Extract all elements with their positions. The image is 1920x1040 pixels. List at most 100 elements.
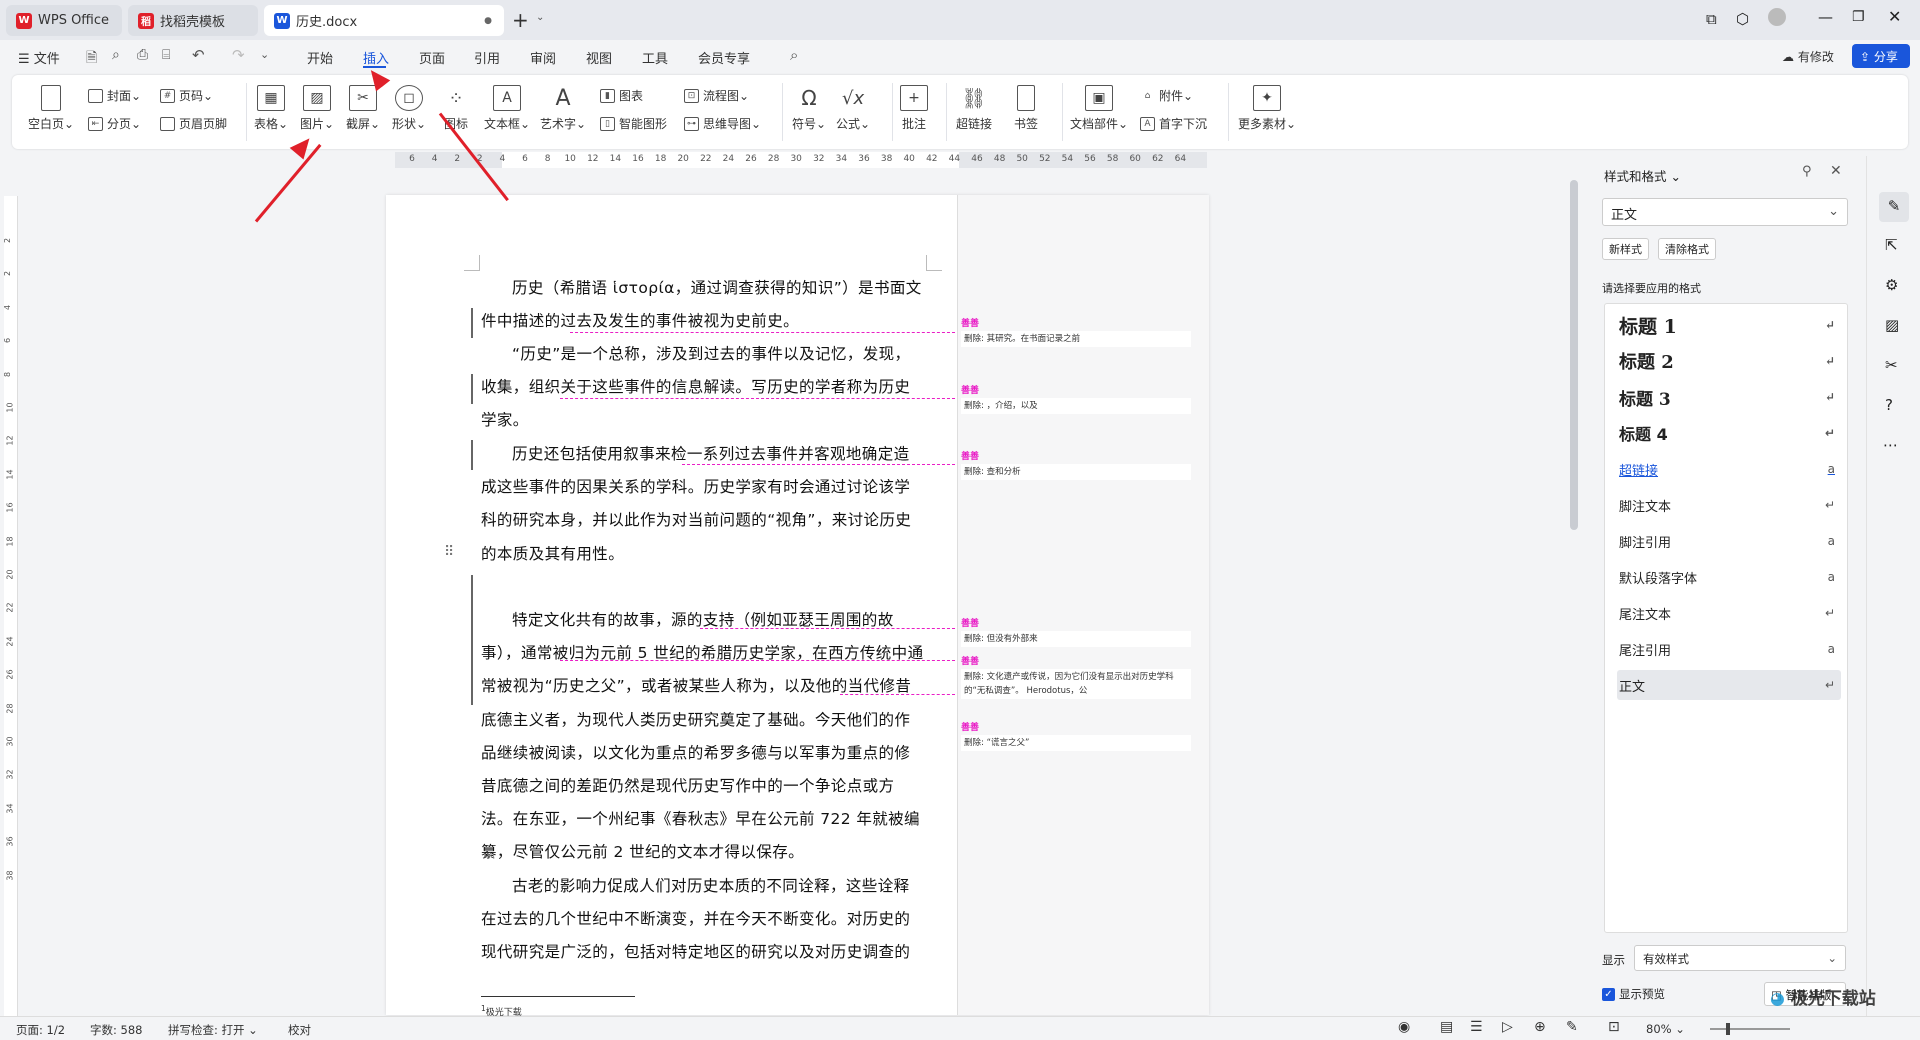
new-tab-button[interactable]: + [512,8,529,32]
cover-button[interactable]: 封面 ⌄ [88,87,141,104]
play-icon[interactable]: ▷ [1502,1019,1513,1035]
panel-close-icon[interactable]: ✕ [1830,163,1842,179]
zoom-slider-thumb[interactable] [1726,1023,1730,1035]
spell-check[interactable]: 拼写检查: 打开 ⌄ [168,1022,258,1038]
panel-title[interactable]: 样式和格式 ⌄ [1604,166,1681,185]
restore-icon[interactable]: ❐ [1852,9,1865,25]
outline-icon[interactable]: ☰ [1470,1019,1483,1035]
pen-icon[interactable]: ✎ [1879,192,1909,222]
style-item-heading1[interactable]: 标题 1 ↵ [1617,310,1841,340]
flowchart-button[interactable]: ⊡ 流程图 ⌄ [684,87,749,104]
minimize-icon[interactable]: — [1818,8,1833,26]
style-item-heading4[interactable]: 标题 4 ↵ [1617,418,1841,448]
chart-button[interactable]: ▮ 图表 [600,87,643,104]
revision-comment[interactable]: 善善 删除: 查和分析 [961,449,1191,480]
smart-graphic-button[interactable]: ▯ 智能图形 [600,115,667,132]
drag-handle-icon[interactable]: ⠿ [444,544,454,560]
drop-cap-button[interactable]: A 首字下沉 [1140,115,1207,132]
arttext-button[interactable]: A 艺术字⌄ [540,85,586,132]
paragraph[interactable]: 历史还包括使用叙事来检一系列过去事件并客观地确定造成这些事件的因果关系的学科。历… [481,438,925,571]
help-icon[interactable]: ? [1885,396,1893,414]
hyperlink-button[interactable]: ⛓ 超链接 [956,85,992,132]
vertical-ruler[interactable]: 2 2 4 6 8 10 12 14 16 18 20 22 24 26 28 30 32 34 36 38 [3,196,18,1016]
tab-template[interactable]: 稻 找稻壳模板 [128,5,258,36]
style-item-normal[interactable]: 正文 ↵ [1617,670,1841,700]
menu-start[interactable]: 开始 [307,48,333,67]
quick-access-more-icon[interactable]: ⌄ [260,48,269,61]
style-item-footnote-ref[interactable]: 脚注引用 a [1617,526,1841,556]
menu-tools[interactable]: 工具 [642,48,668,67]
eye-icon[interactable]: ◉ [1398,1019,1410,1035]
paragraph[interactable]: 历史（希腊语 ἱστορία，通过调查获得的知识”）是书面文件中描述的过去及发生… [481,272,925,338]
style-item-default-font[interactable]: 默认段落字体 a [1617,562,1841,592]
word-count[interactable]: 字数: 588 [90,1022,142,1038]
proofread[interactable]: 校对 [288,1022,311,1038]
undo-icon[interactable]: ↶ [192,46,205,64]
more-materials-button[interactable]: ✦ 更多素材⌄ [1238,85,1296,132]
page-number-button[interactable]: # 页码 ⌄ [160,87,213,104]
redo-icon[interactable]: ↷ [232,46,245,64]
menu-insert[interactable]: 插入 [363,48,389,67]
find-icon[interactable]: ⌕ [112,47,120,63]
page-indicator[interactable]: 页面: 1/2 [16,1022,65,1038]
pen-icon[interactable]: ✎ [1566,1019,1578,1035]
modified-status[interactable]: ☁ 有修改 [1782,48,1834,65]
tab-dot-icon[interactable]: ● [484,16,492,26]
symbol-button[interactable]: Ω 符号⌄ [792,85,826,132]
cursor-icon[interactable]: ⇱ [1885,236,1898,254]
bookmark-button[interactable]: 书签 [1014,85,1038,132]
picture-button[interactable]: ▨ 图片⌄ [300,85,334,132]
zoom-slider[interactable] [1710,1028,1790,1030]
avatar[interactable] [1768,8,1786,26]
tab-wps-office[interactable]: W WPS Office [6,5,122,36]
document-scrollbar[interactable] [1570,180,1578,530]
save-icon[interactable]: 🗎 [86,47,97,71]
formula-button[interactable]: √x 公式⌄ [836,85,870,132]
mindmap-button[interactable]: ⊶ 思维导图 ⌄ [684,115,761,132]
style-item-hyperlink[interactable]: 超链接 a [1617,454,1841,484]
style-item-footnote-text[interactable]: 脚注文本 ↵ [1617,490,1841,520]
chevron-down-icon[interactable]: ⌄ [536,12,544,23]
revision-comment[interactable]: 善善 删除: ，介绍，以及 [961,383,1191,414]
menu-file-button[interactable]: ☰ 文件 [18,48,60,67]
page-view-icon[interactable]: ▤ [1440,1019,1453,1035]
style-item-heading3[interactable]: 标题 3 ↵ [1617,382,1841,412]
image-edit-icon[interactable]: ▨ [1885,316,1899,334]
menu-page[interactable]: 页面 [419,48,445,67]
style-item-heading2[interactable]: 标题 2 ↵ [1617,346,1841,376]
horizontal-ruler[interactable]: 6 4 2 2 4 6 8 10 12 14 16 18 20 22 24 26 28 30 32 34 36 38 40 4… [395,152,1207,168]
tools-icon[interactable]: ✂ [1885,356,1898,374]
screenshot-button[interactable]: ✂ 截屏⌄ [346,85,380,132]
current-style-select[interactable]: 正文 ⌄ [1602,198,1848,226]
menu-member[interactable]: 会员专享 [698,48,750,67]
share-button[interactable]: ⇪ 分享 [1852,44,1910,68]
more-icon[interactable]: ⋯ [1883,436,1898,454]
shape-button[interactable]: ◻ 形状⌄ [392,85,426,132]
header-footer-button[interactable]: 页眉页脚 [160,115,227,132]
paragraph[interactable]: 古老的影响力促成人们对历史本质的不同诠释，这些诠释在过去的几个世纪中不断演变，并… [481,870,925,969]
fit-icon[interactable]: ⊡ [1608,1019,1620,1035]
textbox-button[interactable]: A 文本框⌄ [484,85,530,132]
show-select[interactable]: 有效样式 ⌄ [1634,945,1846,971]
cube-icon[interactable]: ⬡ [1736,10,1749,28]
zoom-level[interactable]: 80% ⌄ [1646,1022,1685,1036]
menu-reference[interactable]: 引用 [474,48,500,67]
blank-page-button[interactable]: 空白页⌄ [28,85,74,132]
comment-button[interactable]: + 批注 [900,85,928,132]
revision-comment[interactable]: 善善 删除: 其研究。在书面记录之前 [961,316,1191,347]
paragraph[interactable]: 特定文化共有的故事，源的支持（例如亚瑟王周围的故事），通常被归为元前 5 世纪的… [481,604,925,870]
revision-comment[interactable]: 善善 删除: 文化遗产或传说，因为它们没有显示出对历史学科的“无私调查”。 Her… [961,654,1191,699]
print-icon[interactable]: ⎙ [137,47,148,63]
menu-view[interactable]: 视图 [586,48,612,67]
print-preview-icon[interactable]: ⌸ [162,47,170,63]
style-item-endnote-text[interactable]: 尾注文本 ↵ [1617,598,1841,628]
page-break-button[interactable]: ⇤ 分页 ⌄ [88,115,141,132]
style-item-endnote-ref[interactable]: 尾注引用 a [1617,634,1841,664]
tab-document[interactable]: W 历史.docx ● [264,5,504,36]
revision-comment[interactable]: 善善 删除: “谎言之父” [961,720,1191,751]
window-tile-icon[interactable]: ⧉ [1706,10,1717,28]
clear-format-button[interactable]: 清除格式 [1658,238,1716,260]
sliders-icon[interactable]: ⚙ [1885,276,1898,294]
doc-parts-button[interactable]: ▣ 文档部件⌄ [1070,85,1128,132]
web-icon[interactable]: ⊕ [1534,1019,1546,1035]
